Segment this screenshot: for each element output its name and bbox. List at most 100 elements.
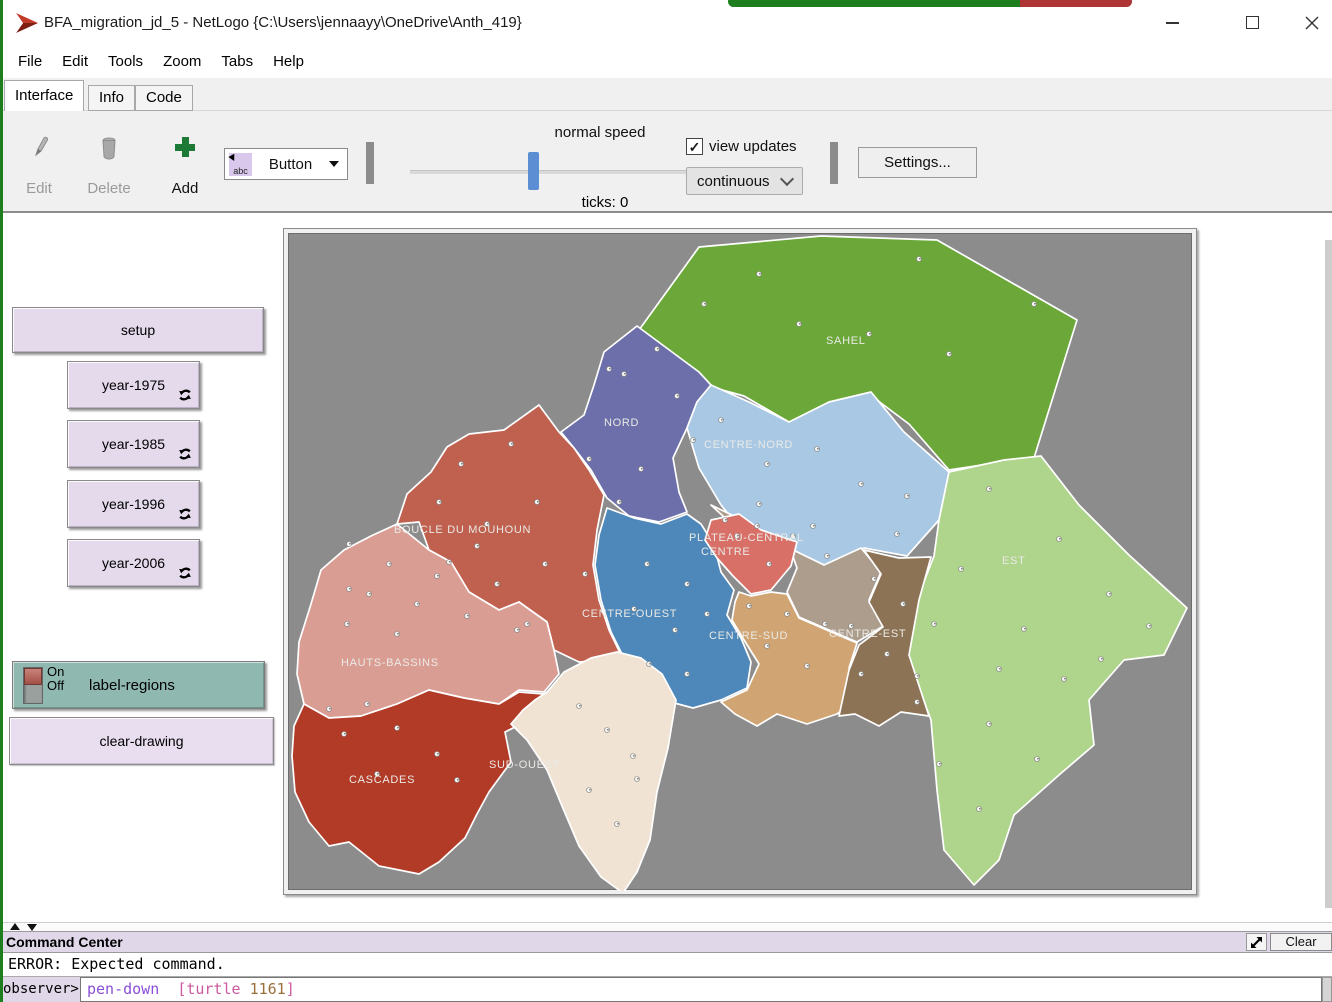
turtle-dot-core	[769, 563, 771, 565]
menu-tools[interactable]: Tools	[98, 45, 153, 78]
turtle-dot	[997, 667, 1002, 672]
tab-code[interactable]: Code	[135, 85, 193, 111]
view-updates-checkbox[interactable]: ✓	[686, 138, 703, 155]
clear-command-center-button[interactable]: Clear	[1270, 933, 1332, 951]
turtle-dot-core	[417, 603, 419, 605]
turtle-dot-core	[349, 588, 351, 590]
map-region-label-centre-sud: CENTRE-SUD	[709, 630, 788, 642]
turtle-dot-core	[637, 778, 639, 780]
turtle-dot-core	[1109, 593, 1111, 595]
turtle-dot	[635, 777, 640, 782]
turtle-dot	[825, 554, 830, 559]
add-widget-button[interactable]: Add	[156, 135, 214, 197]
label-regions-switch[interactable]: On Off label-regions	[12, 661, 265, 709]
edit-widget-button[interactable]: Edit	[10, 135, 68, 197]
turtle-dot-core	[903, 603, 905, 605]
command-input[interactable]: pen-down [turtle 1161]	[80, 977, 1322, 1002]
turtle-dot-core	[1034, 303, 1036, 305]
update-mode-dropdown[interactable]: continuous	[686, 167, 803, 195]
map-region-est	[907, 456, 1187, 885]
turtle-dot	[859, 482, 864, 487]
year-1985-button[interactable]: year-1985	[67, 420, 200, 468]
recording-indicator-bar	[728, 0, 1132, 7]
turtle-dot-core	[759, 503, 761, 505]
turtle-dot-core	[767, 463, 769, 465]
command-center-splitter[interactable]	[0, 922, 1332, 931]
turtle-dot	[605, 728, 610, 733]
collapse-up-icon[interactable]	[10, 923, 20, 930]
tab-info[interactable]: Info	[88, 85, 135, 111]
tab-bar: InterfaceInfoCode	[0, 78, 1332, 111]
world-view-widget[interactable]: SAHELNORDCENTRE-NORDESTBOUCLE DU MOUHOUN…	[283, 228, 1197, 895]
maximize-button[interactable]	[1221, 0, 1283, 45]
turtle-dot-core	[585, 573, 587, 575]
command-history-button[interactable]	[1322, 977, 1332, 1002]
turtle-dot-core	[657, 348, 659, 350]
turtle-dot	[859, 672, 864, 677]
command-line-row: observer> pen-down [turtle 1161]	[0, 977, 1332, 1002]
year-2006-button[interactable]: year-2006	[67, 539, 200, 587]
toolbar-separator	[830, 142, 838, 184]
cursor-icon	[228, 152, 237, 161]
turtle-dot	[673, 628, 678, 633]
interface-area: setup year-1975 year-1985 year-1996	[0, 213, 1332, 922]
menu-help[interactable]: Help	[263, 45, 314, 78]
turtle-dot-core	[1101, 658, 1103, 660]
menu-zoom[interactable]: Zoom	[153, 45, 211, 78]
turtle-dot	[915, 700, 920, 705]
year-1996-button[interactable]: year-1996	[67, 480, 200, 528]
turtle-dot-core	[934, 623, 936, 625]
world-map-svg: SAHELNORDCENTRE-NORDESTBOUCLE DU MOUHOUN…	[289, 234, 1193, 891]
turtle-dot	[1147, 624, 1152, 629]
add-label: Add	[172, 180, 199, 197]
settings-button[interactable]: Settings...	[858, 147, 977, 178]
turtle-dot	[723, 518, 728, 523]
collapse-down-icon[interactable]	[27, 924, 37, 931]
setup-button[interactable]: setup	[12, 307, 264, 353]
clear-drawing-button[interactable]: clear-drawing	[9, 717, 274, 765]
turtle-dot	[347, 587, 352, 592]
turtle-dot-core	[961, 568, 963, 570]
turtle-dot-core	[851, 625, 853, 627]
minimize-button[interactable]	[1141, 0, 1203, 45]
netlogo-window: BFA_migration_jd_5 - NetLogo {C:\Users\j…	[0, 0, 1332, 1002]
switch-on-off-labels: On Off	[47, 665, 64, 693]
switch-knob[interactable]	[24, 668, 42, 685]
tab-interface[interactable]: Interface	[4, 80, 84, 111]
detach-command-center-button[interactable]	[1246, 933, 1267, 951]
turtle-dot-core	[1059, 538, 1061, 540]
switch-label: label-regions	[89, 662, 175, 710]
turtle-dot-core	[767, 645, 769, 647]
map-region-label-plateau-central: PLATEAU-CENTRAL	[689, 532, 804, 544]
turtle-dot	[691, 438, 696, 443]
map-region-label-centre-est: CENTRE-EST	[829, 628, 906, 640]
widget-type-dropdown[interactable]: abc Button	[224, 148, 348, 180]
turtle-dot-core	[344, 733, 346, 735]
turtle-dot	[587, 788, 592, 793]
year-1975-button[interactable]: year-1975	[67, 361, 200, 409]
vertical-scrollbar[interactable]	[1325, 240, 1332, 908]
close-button[interactable]	[1291, 0, 1332, 45]
turtle-dot-core	[949, 353, 951, 355]
turtle-dot	[395, 632, 400, 637]
turtle-dot	[987, 722, 992, 727]
turtle-dot-core	[497, 583, 499, 585]
menu-file[interactable]: File	[8, 45, 52, 78]
delete-widget-button[interactable]: Delete	[80, 135, 138, 197]
turtle-dot-core	[725, 519, 727, 521]
turtle-dot-core	[1149, 625, 1151, 627]
turtle-dot-core	[397, 727, 399, 729]
settings-label: Settings...	[884, 154, 951, 171]
world-view[interactable]: SAHELNORDCENTRE-NORDESTBOUCLE DU MOUHOUN…	[288, 233, 1192, 890]
checkmark-icon: ✓	[689, 140, 701, 154]
menu-edit[interactable]: Edit	[52, 45, 98, 78]
map-region-label-hauts-bassins: HAUTS-BASSINS	[341, 657, 439, 669]
turtle-dot-core	[607, 729, 609, 731]
speed-slider-handle[interactable]	[528, 152, 539, 190]
turtle-dot-core	[799, 323, 801, 325]
switch-track[interactable]	[23, 667, 43, 704]
turtle-dot	[515, 628, 520, 633]
turtle-dot	[365, 702, 370, 707]
menu-tabs[interactable]: Tabs	[211, 45, 263, 78]
turtle-dot-core	[813, 525, 815, 527]
